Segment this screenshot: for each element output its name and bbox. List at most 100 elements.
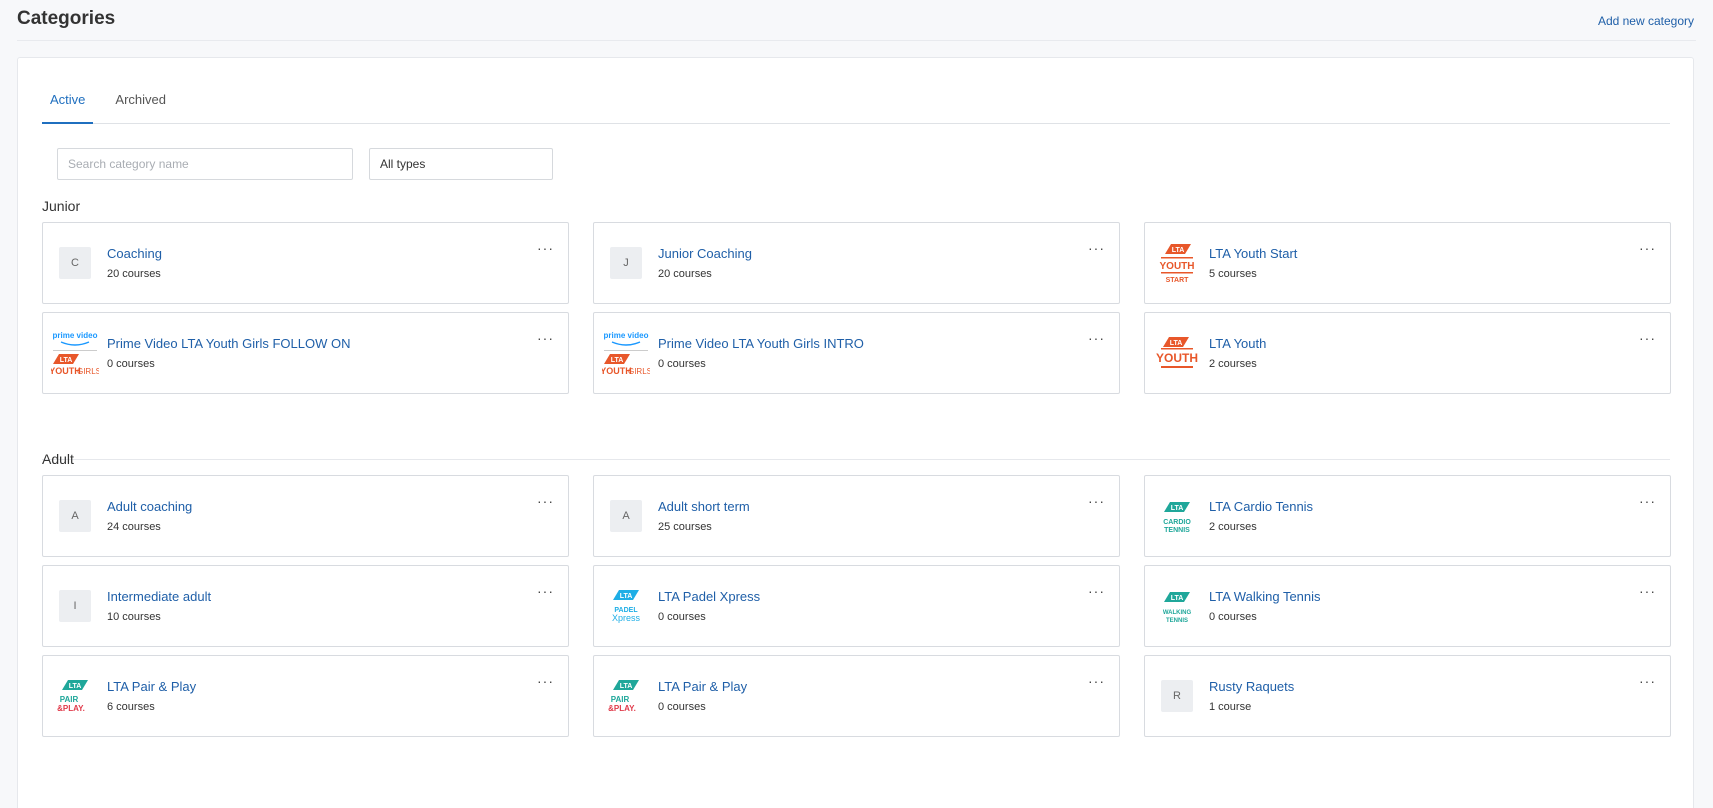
categories-panel: Active Archived All types Junior C Coachi… bbox=[17, 57, 1694, 808]
course-count: 0 courses bbox=[107, 358, 155, 370]
course-count: 20 courses bbox=[107, 268, 161, 280]
more-options-icon[interactable]: ··· bbox=[1088, 241, 1105, 255]
more-options-icon[interactable]: ··· bbox=[1639, 331, 1656, 345]
logo-text: TENNIS bbox=[1164, 527, 1190, 534]
lta-pair-play-logo: LTA PAIR &PLAY. bbox=[53, 674, 97, 718]
more-options-icon[interactable]: ··· bbox=[537, 584, 554, 598]
page-title: Categories bbox=[17, 8, 116, 29]
logo-text: WALKING bbox=[1163, 610, 1192, 616]
course-count: 0 courses bbox=[658, 701, 706, 713]
category-name-link[interactable]: LTA Youth Start bbox=[1209, 246, 1297, 261]
more-options-icon[interactable]: ··· bbox=[1639, 241, 1656, 255]
category-card[interactable]: prime video LTA YOUTH GIRLS Prime Video … bbox=[42, 312, 569, 394]
category-name-link[interactable]: Junior Coaching bbox=[658, 246, 752, 261]
more-options-icon[interactable]: ··· bbox=[537, 241, 554, 255]
lta-youth-start-logo: LTA YOUTH START bbox=[1155, 241, 1199, 285]
more-options-icon[interactable]: ··· bbox=[1088, 674, 1105, 688]
category-card[interactable]: C Coaching 20 courses ··· bbox=[42, 222, 569, 304]
category-name-link[interactable]: Prime Video LTA Youth Girls INTRO bbox=[658, 336, 864, 351]
category-name-link[interactable]: LTA Cardio Tennis bbox=[1209, 499, 1313, 514]
category-name-link[interactable]: LTA Walking Tennis bbox=[1209, 589, 1321, 604]
tab-archived[interactable]: Archived bbox=[107, 82, 174, 124]
more-options-icon[interactable]: ··· bbox=[537, 331, 554, 345]
category-card[interactable]: LTA CARDIO TENNIS LTA Cardio Tennis 2 cou… bbox=[1144, 475, 1671, 557]
more-options-icon[interactable]: ··· bbox=[537, 674, 554, 688]
logo-text: Xpress bbox=[612, 613, 641, 623]
course-count: 1 course bbox=[1209, 701, 1252, 713]
svg-text:LTA: LTA bbox=[620, 593, 633, 600]
search-input[interactable] bbox=[57, 148, 353, 180]
logo-text: YOUTH bbox=[1160, 261, 1195, 272]
section-divider bbox=[42, 459, 1670, 460]
more-options-icon[interactable]: ··· bbox=[1639, 584, 1656, 598]
prime-video-youth-girls-logo: prime video LTA YOUTH GIRLS bbox=[51, 329, 99, 377]
card-thumbnail: LTA PADEL Xpress bbox=[602, 582, 650, 630]
section-title-junior: Junior bbox=[42, 198, 81, 214]
course-count: 10 courses bbox=[107, 611, 161, 623]
category-name-link[interactable]: LTA Padel Xpress bbox=[658, 589, 760, 604]
course-count: 20 courses bbox=[658, 268, 712, 280]
tab-bar: Active Archived bbox=[42, 82, 1670, 124]
svg-text:LTA: LTA bbox=[620, 683, 633, 690]
letter-avatar: J bbox=[610, 247, 642, 279]
more-options-icon[interactable]: ··· bbox=[1088, 331, 1105, 345]
more-options-icon[interactable]: ··· bbox=[1639, 494, 1656, 508]
category-card[interactable]: LTA PAIR &PLAY. LTA Pair & Play 0 courses… bbox=[593, 655, 1120, 737]
course-count: 0 courses bbox=[1209, 611, 1257, 623]
category-card[interactable]: R Rusty Raquets 1 course ··· bbox=[1144, 655, 1671, 737]
category-name-link[interactable]: LTA Pair & Play bbox=[107, 679, 196, 694]
card-thumbnail: C bbox=[51, 239, 99, 287]
category-name-link[interactable]: Coaching bbox=[107, 246, 162, 261]
more-options-icon[interactable]: ··· bbox=[537, 494, 554, 508]
svg-text:LTA: LTA bbox=[60, 357, 73, 364]
more-options-icon[interactable]: ··· bbox=[1088, 494, 1105, 508]
course-count: 0 courses bbox=[658, 358, 706, 370]
lta-cardio-tennis-logo: LTA CARDIO TENNIS bbox=[1155, 494, 1199, 538]
lta-padel-xpress-logo: LTA PADEL Xpress bbox=[604, 584, 648, 628]
course-count: 24 courses bbox=[107, 521, 161, 533]
category-name-link[interactable]: Adult coaching bbox=[107, 499, 192, 514]
more-options-icon[interactable]: ··· bbox=[1639, 674, 1656, 688]
category-name-link[interactable]: LTA Pair & Play bbox=[658, 679, 747, 694]
category-name-link[interactable]: Rusty Raquets bbox=[1209, 679, 1294, 694]
card-thumbnail: A bbox=[51, 492, 99, 540]
card-thumbnail: J bbox=[602, 239, 650, 287]
category-card[interactable]: A Adult short term 25 courses ··· bbox=[593, 475, 1120, 557]
category-card[interactable]: LTA PAIR &PLAY. LTA Pair & Play 6 courses… bbox=[42, 655, 569, 737]
category-card[interactable]: J Junior Coaching 20 courses ··· bbox=[593, 222, 1120, 304]
type-select[interactable]: All types bbox=[369, 148, 553, 180]
category-card[interactable]: LTA PADEL Xpress LTA Padel Xpress 0 cours… bbox=[593, 565, 1120, 647]
svg-text:LTA: LTA bbox=[69, 683, 82, 690]
logo-text: PAIR bbox=[60, 695, 79, 704]
prime-video-youth-girls-logo: prime video LTA YOUTH GIRLS bbox=[602, 329, 650, 377]
card-thumbnail: LTA PAIR &PLAY. bbox=[602, 672, 650, 720]
category-name-link[interactable]: Adult short term bbox=[658, 499, 750, 514]
category-card[interactable]: prime video LTA YOUTH GIRLS Prime Video … bbox=[593, 312, 1120, 394]
logo-text: YOUTH bbox=[1156, 351, 1198, 365]
tab-active[interactable]: Active bbox=[42, 82, 94, 124]
category-name-link[interactable]: Intermediate adult bbox=[107, 589, 211, 604]
category-name-link[interactable]: Prime Video LTA Youth Girls FOLLOW ON bbox=[107, 336, 350, 351]
course-count: 2 courses bbox=[1209, 358, 1257, 370]
logo-text: &PLAY. bbox=[57, 704, 85, 713]
card-thumbnail: LTA WALKING TENNIS bbox=[1153, 582, 1201, 630]
more-options-icon[interactable]: ··· bbox=[1088, 584, 1105, 598]
lta-pair-play-logo: LTA PAIR &PLAY. bbox=[604, 674, 648, 718]
logo-text: prime video bbox=[604, 331, 649, 340]
category-card[interactable]: I Intermediate adult 10 courses ··· bbox=[42, 565, 569, 647]
course-count: 2 courses bbox=[1209, 521, 1257, 533]
card-thumbnail: A bbox=[602, 492, 650, 540]
card-thumbnail: R bbox=[1153, 672, 1201, 720]
add-new-category-link[interactable]: Add new category bbox=[1598, 14, 1694, 28]
logo-text: GIRLS bbox=[628, 367, 650, 376]
category-card[interactable]: LTA YOUTH LTA Youth 2 courses ··· bbox=[1144, 312, 1671, 394]
letter-avatar: I bbox=[59, 590, 91, 622]
category-name-link[interactable]: LTA Youth bbox=[1209, 336, 1266, 351]
category-card[interactable]: LTA WALKING TENNIS LTA Walking Tennis 0 c… bbox=[1144, 565, 1671, 647]
course-count: 6 courses bbox=[107, 701, 155, 713]
category-card[interactable]: LTA YOUTH START LTA Youth Start 5 courses… bbox=[1144, 222, 1671, 304]
category-card[interactable]: A Adult coaching 24 courses ··· bbox=[42, 475, 569, 557]
svg-text:LTA: LTA bbox=[1171, 595, 1184, 602]
lta-youth-logo: LTA YOUTH bbox=[1155, 331, 1199, 375]
letter-avatar: A bbox=[610, 500, 642, 532]
